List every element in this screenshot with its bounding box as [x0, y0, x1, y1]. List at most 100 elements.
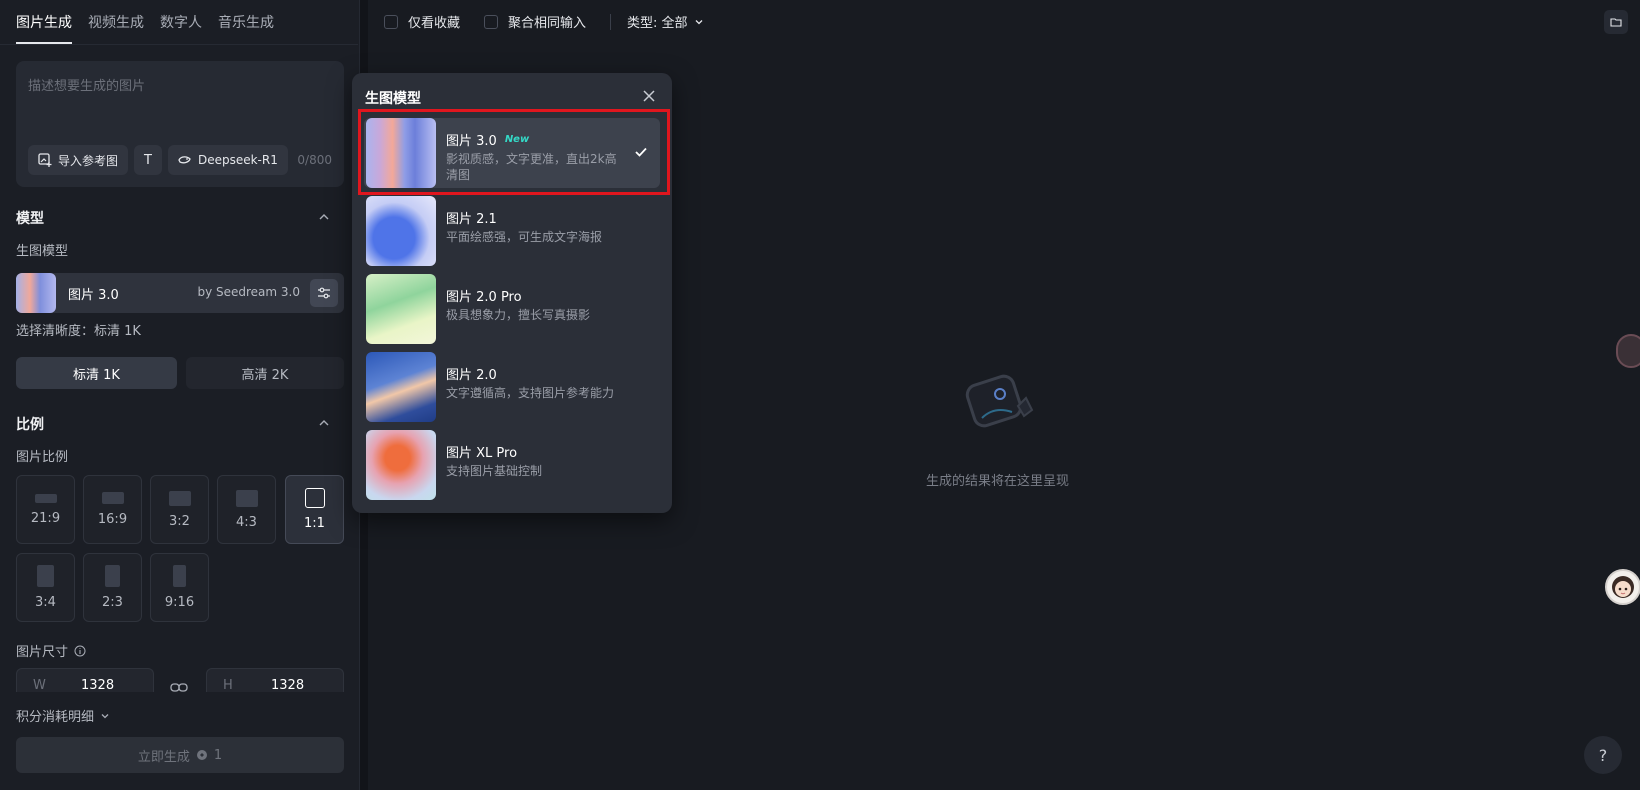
ratio-label: 1:1 — [304, 516, 325, 531]
favorites-label: 仅看收藏 — [408, 16, 461, 31]
ratio-label: 9:16 — [164, 595, 195, 610]
model-option-name: 图片 XL Pro — [446, 442, 517, 461]
avatar-face-icon — [1612, 576, 1634, 598]
deepseek-button[interactable]: Deepseek-R1 — [167, 145, 288, 175]
mode-tabs: 图片生成 视频生成 数字人 音乐生成 — [16, 12, 274, 44]
tab-music-generation[interactable]: 音乐生成 — [218, 12, 274, 44]
model-option-desc: 极具想象力，擅长写真摄影 — [446, 308, 591, 322]
ratio-shape — [168, 490, 191, 506]
ratio-shape — [304, 488, 325, 508]
resolution-2k-button[interactable]: 高清 2K — [186, 357, 344, 389]
ratio-label: 4:3 — [236, 514, 257, 530]
link-icon[interactable] — [170, 681, 188, 693]
help-button[interactable]: ? — [1584, 736, 1622, 774]
resolution-label: 选择清晰度：标清 1K — [16, 324, 141, 339]
width-field[interactable]: W 1328 — [16, 668, 154, 692]
tab-image-generation[interactable]: 图片生成 — [16, 12, 72, 44]
ratio-shape — [105, 565, 120, 587]
deepseek-label: Deepseek-R1 — [197, 153, 278, 167]
height-field-label: H — [223, 678, 233, 692]
merge-filter[interactable]: 聚合相同输入 — [484, 12, 586, 31]
chevron-up-icon[interactable] — [318, 211, 330, 223]
height-field-value: 1328 — [271, 678, 305, 692]
model-option-thumbnail — [366, 274, 436, 344]
prompt-input[interactable]: 描述想要生成的图片 导入参考图 T Deepseek-R1 0/800 — [16, 61, 344, 187]
size-label-row: 图片尺寸 — [16, 641, 86, 660]
model-option-2-0[interactable]: 图片 2.0 文字遵循高，支持图片参考能力 — [364, 352, 660, 422]
ratio-2-3[interactable]: 2:3 — [83, 553, 142, 622]
model-option-2-1[interactable]: 图片 2.1 平面绘感强，可生成文字海报 — [364, 196, 660, 266]
assistant-avatar[interactable] — [1605, 569, 1640, 605]
merge-label: 聚合相同输入 — [508, 16, 587, 31]
type-label: 类型: 全部 — [627, 16, 688, 31]
model-option-name: 图片 2.0 — [446, 364, 497, 383]
ratio-label: 3:4 — [35, 595, 56, 610]
chevron-down-icon — [101, 713, 109, 718]
favorites-filter[interactable]: 仅看收藏 — [384, 12, 460, 31]
model-option-name: 图片 2.0 Pro — [446, 286, 522, 305]
model-option-xl-pro[interactable]: 图片 XL Pro 支持图片基础控制 — [364, 430, 660, 500]
translate-float-button[interactable] — [1616, 334, 1640, 368]
height-field[interactable]: H 1328 — [206, 668, 344, 692]
char-counter: 0/800 — [297, 153, 332, 167]
ratio-21-9[interactable]: 21:9 — [16, 475, 75, 544]
ratio-9-16[interactable]: 9:16 — [150, 553, 209, 622]
resolution-1k-button[interactable]: 标清 1K — [16, 357, 177, 389]
size-label: 图片尺寸 — [16, 645, 69, 660]
width-field-label: W — [33, 678, 46, 692]
chevron-up-icon[interactable] — [318, 417, 330, 429]
prompt-placeholder: 描述想要生成的图片 — [28, 79, 146, 94]
close-icon[interactable] — [642, 89, 656, 103]
chevron-down-icon — [695, 19, 703, 24]
model-option-title: 图片 2.0 Pro — [446, 290, 522, 305]
import-reference-button[interactable]: 导入参考图 — [28, 145, 129, 175]
model-selector[interactable]: 图片 3.0 by Seedream 3.0 — [16, 273, 344, 313]
model-sub-label: 生图模型 — [16, 244, 69, 259]
model-option-2-0-pro[interactable]: 图片 2.0 Pro 极具想象力，擅长写真摄影 — [364, 274, 660, 344]
text-tool-icon: T — [144, 152, 152, 168]
sliders-icon — [318, 287, 330, 299]
model-option-desc: 平面绘感强，可生成文字海报 — [446, 230, 603, 244]
model-section-title: 模型 — [16, 211, 44, 227]
ratio-1-1[interactable]: 1:1 — [285, 475, 344, 544]
model-option-desc: 文字遵循高，支持图片参考能力 — [446, 386, 615, 400]
tab-digital-human[interactable]: 数字人 — [160, 12, 202, 44]
ratio-label: 21:9 — [30, 510, 61, 526]
model-current-by: by Seedream 3.0 — [197, 285, 300, 299]
credit-coin-icon — [196, 750, 207, 760]
tabs-divider — [0, 44, 358, 45]
ratio-shape — [34, 493, 57, 503]
ratio-sub-label: 图片比例 — [16, 450, 69, 465]
generate-button[interactable]: 立即生成 1 — [16, 737, 344, 773]
favorites-checkbox[interactable] — [384, 14, 398, 29]
credits-detail-toggle[interactable]: 积分消耗明细 — [16, 706, 110, 725]
merge-checkbox[interactable] — [484, 14, 499, 29]
type-dropdown[interactable]: 类型: 全部 — [627, 12, 704, 31]
ratio-shape — [101, 492, 124, 504]
model-current-name: 图片 3.0 — [68, 288, 119, 303]
width-field-value: 1328 — [81, 678, 115, 692]
ratio-3-2[interactable]: 3:2 — [150, 475, 209, 544]
ratio-16-9[interactable]: 16:9 — [83, 475, 142, 544]
empty-image-icon — [965, 374, 1034, 428]
model-option-thumbnail — [366, 196, 436, 266]
import-reference-label: 导入参考图 — [58, 153, 119, 168]
model-settings-button[interactable] — [310, 279, 338, 307]
text-tool-button[interactable]: T — [134, 145, 162, 175]
ratio-3-4[interactable]: 3:4 — [16, 553, 75, 622]
ratio-4-3[interactable]: 4:3 — [217, 475, 276, 544]
prompt-toolbar: 导入参考图 T Deepseek-R1 — [28, 145, 288, 175]
ratio-shape — [173, 565, 186, 587]
empty-state-text: 生成的结果将在这里呈现 — [926, 474, 1070, 489]
filter-divider — [610, 13, 612, 30]
folder-button[interactable] — [1604, 10, 1628, 34]
model-option-title: 图片 2.1 — [446, 212, 497, 227]
ratio-shape — [235, 489, 258, 507]
model-option-title: 图片 2.0 — [446, 368, 497, 383]
info-icon[interactable] — [74, 645, 86, 657]
model-option-thumbnail — [366, 352, 436, 422]
ratio-shape — [37, 565, 54, 587]
tab-video-generation[interactable]: 视频生成 — [88, 12, 144, 44]
left-panel: 图片生成 视频生成 数字人 音乐生成 描述想要生成的图片 导入参考图 T Dee… — [0, 0, 360, 790]
selected-model-highlight — [358, 109, 670, 195]
